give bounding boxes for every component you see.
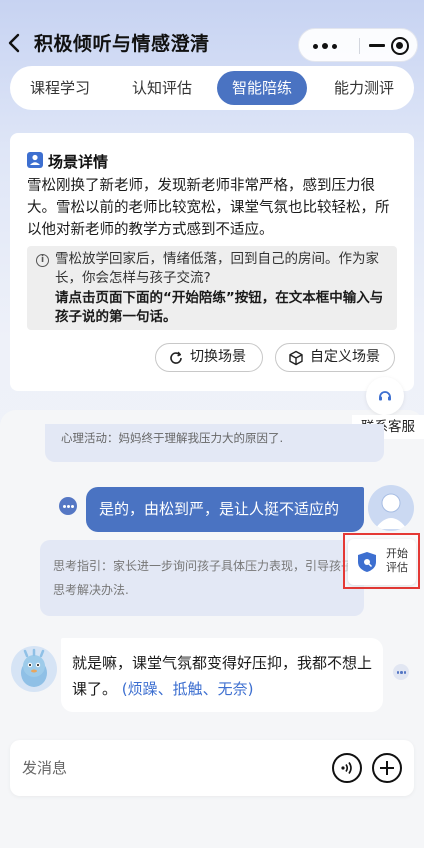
scene-hint: 雪松放学回家后，情绪低落，回到自己的房间。作为家长，你会怎样与孩子交流? [55,251,379,286]
guide-text: 思考指引：家长进一步询问孩子具体压力表现，引导孩子思考解决办法. [53,559,354,597]
scene-person-icon [27,152,43,168]
ai-message-more-icon[interactable] [393,664,409,680]
headset-icon [379,391,391,401]
start-evaluation-button[interactable]: 开始评估 [348,539,416,585]
add-attachment-icon[interactable] [372,753,402,783]
ai-avatar [11,646,57,692]
tab-ability-test[interactable]: 能力测评 [324,71,404,105]
minimize-icon[interactable] [369,44,385,47]
page-title: 积极倾听与情感澄清 [34,33,210,55]
more-dots-icon[interactable] [313,40,337,52]
user-avatar [368,485,414,531]
scene-description: 雪松刚换了新老师，发现新老师非常严格，感到压力很大。雪松以前的老师比较宽松，课堂… [27,178,390,238]
ai-emotion-tags: (烦躁、抵触、无奈) [121,680,254,698]
switch-scene-label: 切换场景 [190,349,246,365]
tab-smart-practice[interactable]: 智能陪练 [217,71,307,105]
mini-program-capsule [298,28,418,62]
capsule-divider [359,38,360,54]
refresh-icon [170,351,182,364]
guide-bubble: 思考指引：家长进一步询问孩子具体压力表现，引导孩子思考解决办法. [40,540,364,616]
switch-scene-button[interactable]: 切换场景 [155,343,263,372]
ai-message-text: 就是嘛，课堂气氛都变得好压抑，我都不想上课了。 (烦躁、抵触、无奈) [72,650,372,702]
info-icon: i [36,254,49,267]
voice-input-icon[interactable] [332,753,362,783]
thought-bubble: 心理活动：妈妈终于理解我压力大的原因了. [45,424,384,462]
scene-hint-box: i 雪松放学回家后，情绪低落，回到自己的房间。作为家长，你会怎样与孩子交流? 请… [27,246,397,330]
tab-bar: 课程学习 认知评估 智能陪练 能力测评 [10,66,414,110]
custom-scene-button[interactable]: 自定义场景 [275,343,395,372]
user-message-bubble: 是的，由松到严，是让人挺不适应的 [86,487,364,532]
scene-instruction: 请点击页面下面的“开始陪练”按钮，在文本框中输入与孩子说的第一句话。 [55,290,384,325]
thought-text: 心理活动：妈妈终于理解我压力大的原因了. [61,431,284,445]
start-evaluation-label: 开始评估 [386,547,408,574]
ai-message-bubble: 就是嘛，课堂气氛都变得好压抑，我都不想上课了。 (烦躁、抵触、无奈) [61,638,383,712]
user-message-text: 是的，由松到严，是让人挺不适应的 [99,500,340,518]
message-input-bar [10,740,414,796]
scene-title: 场景详情 [48,153,109,171]
cube-icon [289,350,303,366]
tab-cognitive-assessment[interactable]: 认知评估 [122,71,202,105]
message-input[interactable] [22,752,322,784]
custom-scene-label: 自定义场景 [310,349,380,365]
tab-course-study[interactable]: 课程学习 [20,71,100,105]
close-circle-icon[interactable] [391,37,409,55]
customer-service-button[interactable] [366,377,404,415]
message-more-icon[interactable] [59,497,77,515]
shield-icon [358,552,376,572]
chevron-left-icon[interactable] [4,32,26,54]
scene-card: 场景详情 雪松刚换了新老师，发现新老师非常严格，感到压力很大。雪松以前的老师比较… [10,133,414,391]
